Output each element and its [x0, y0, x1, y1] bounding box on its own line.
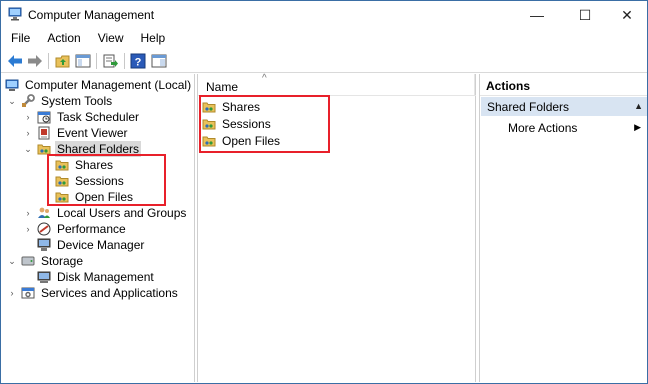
tree-item-label: Computer Management (Local) — [25, 78, 192, 92]
menu-view[interactable]: View — [88, 29, 131, 48]
export-list-button[interactable] — [101, 51, 121, 71]
task-scheduler-icon — [37, 111, 51, 124]
show-hide-console-tree-button[interactable] — [73, 51, 93, 71]
tree-item-label: Disk Management — [57, 270, 154, 284]
back-arrow-icon — [8, 55, 22, 67]
tree-item-system-tools[interactable]: ⌄ System Tools — [7, 93, 114, 109]
system-tools-icon — [22, 94, 35, 107]
close-icon: ✕ — [621, 6, 633, 23]
close-button[interactable]: ✕ — [605, 1, 648, 29]
tree-item-label: Task Scheduler — [57, 110, 140, 124]
maximize-icon: ☐ — [578, 6, 592, 23]
computer-management-app-icon — [8, 7, 22, 21]
tree-item-label: Event Viewer — [57, 126, 128, 140]
event-viewer-icon — [38, 126, 50, 140]
collapse-chevron-icon[interactable]: ⌄ — [7, 93, 17, 109]
device-manager-icon — [37, 238, 51, 251]
highlight-box — [47, 154, 166, 206]
actions-title: Actions — [480, 74, 647, 96]
tree-item-label: Device Manager — [57, 238, 145, 252]
toolbar-separator — [124, 53, 125, 69]
back-button[interactable] — [5, 51, 25, 71]
collapse-up-icon[interactable]: ▲ — [634, 101, 643, 111]
tree-item-disk-management[interactable]: Disk Management — [37, 269, 156, 285]
help-button[interactable]: ? — [128, 51, 148, 71]
tree-item-services-and-applications[interactable]: › Services and Applications — [7, 285, 180, 301]
results-pane[interactable]: Name ^ Shares Sessions Open Files — [197, 73, 476, 382]
expand-chevron-icon[interactable]: › — [23, 205, 33, 221]
actions-section-label: Shared Folders — [487, 100, 570, 114]
toolbar-separator — [48, 53, 49, 69]
tree-item-event-viewer[interactable]: › Event Viewer — [23, 125, 129, 141]
tree-item-local-users-and-groups[interactable]: › Local Users and Groups — [23, 205, 188, 221]
actions-pane: Actions Shared Folders ▲ More Actions ▶ — [479, 74, 647, 382]
tree-item-device-manager[interactable]: Device Manager — [37, 237, 146, 253]
menu-bar: File Action View Help — [1, 29, 647, 48]
more-actions-item[interactable]: More Actions — [508, 121, 577, 135]
minimize-icon: — — [530, 7, 544, 23]
collapse-chevron-icon[interactable]: ⌄ — [7, 253, 17, 269]
users-group-icon — [38, 207, 50, 218]
window-title: Computer Management — [28, 8, 155, 22]
column-name-label: Name — [206, 80, 239, 94]
computer-management-icon — [5, 79, 19, 91]
expand-chevron-icon[interactable]: › — [7, 285, 17, 301]
tree-item-label: Performance — [57, 222, 126, 236]
title-bar: Computer Management — ☐ ✕ — [1, 1, 647, 29]
toolbar-separator — [96, 53, 97, 69]
tree-item-storage[interactable]: ⌄ Storage — [7, 253, 85, 269]
minimize-button[interactable]: — — [515, 1, 559, 29]
export-list-icon — [103, 54, 118, 68]
tree-item-task-scheduler[interactable]: › Task Scheduler — [23, 109, 141, 125]
expand-chevron-icon[interactable]: › — [23, 125, 33, 141]
help-icon: ? — [130, 53, 146, 69]
tree-item-label: Services and Applications — [41, 286, 178, 300]
actions-section-shared-folders[interactable]: Shared Folders ▲ — [481, 97, 647, 116]
up-folder-icon — [55, 55, 70, 68]
computer-management-window: Computer Management — ☐ ✕ File Action Vi… — [0, 0, 648, 384]
up-one-level-button[interactable] — [53, 51, 73, 71]
submenu-arrow-icon: ▶ — [634, 122, 641, 132]
sort-ascending-icon: ^ — [262, 73, 267, 84]
tree-item-label: Storage — [41, 254, 84, 268]
tree-item-label: Local Users and Groups — [57, 206, 187, 220]
svg-text:?: ? — [135, 57, 142, 69]
menu-help[interactable]: Help — [131, 29, 173, 48]
tree-item-label: System Tools — [41, 94, 113, 108]
menu-action[interactable]: Action — [37, 29, 87, 48]
maximize-button[interactable]: ☐ — [563, 1, 607, 29]
properties-icon — [151, 54, 167, 68]
console-tree-pane[interactable]: Computer Management (Local) ⌄ System Too… — [2, 74, 195, 382]
collapse-chevron-icon[interactable]: ⌄ — [23, 141, 33, 157]
disk-management-icon — [37, 271, 51, 283]
forward-arrow-icon — [28, 55, 42, 67]
tree-item-computer-management[interactable]: Computer Management (Local) — [5, 77, 193, 93]
show-hide-tree-icon — [75, 54, 91, 68]
services-applications-icon — [21, 287, 35, 299]
highlight-box — [199, 95, 330, 153]
tree-item-performance[interactable]: › Performance — [23, 221, 128, 237]
column-divider[interactable] — [474, 74, 475, 96]
storage-icon — [21, 256, 35, 266]
toolbar: ? — [1, 49, 647, 73]
expand-chevron-icon[interactable]: › — [23, 109, 33, 125]
menu-file[interactable]: File — [1, 29, 37, 48]
forward-button[interactable] — [25, 51, 45, 71]
column-header-name[interactable]: Name ^ — [198, 73, 476, 96]
expand-chevron-icon[interactable]: › — [23, 221, 33, 237]
properties-button[interactable] — [149, 51, 169, 71]
performance-icon — [37, 222, 51, 236]
